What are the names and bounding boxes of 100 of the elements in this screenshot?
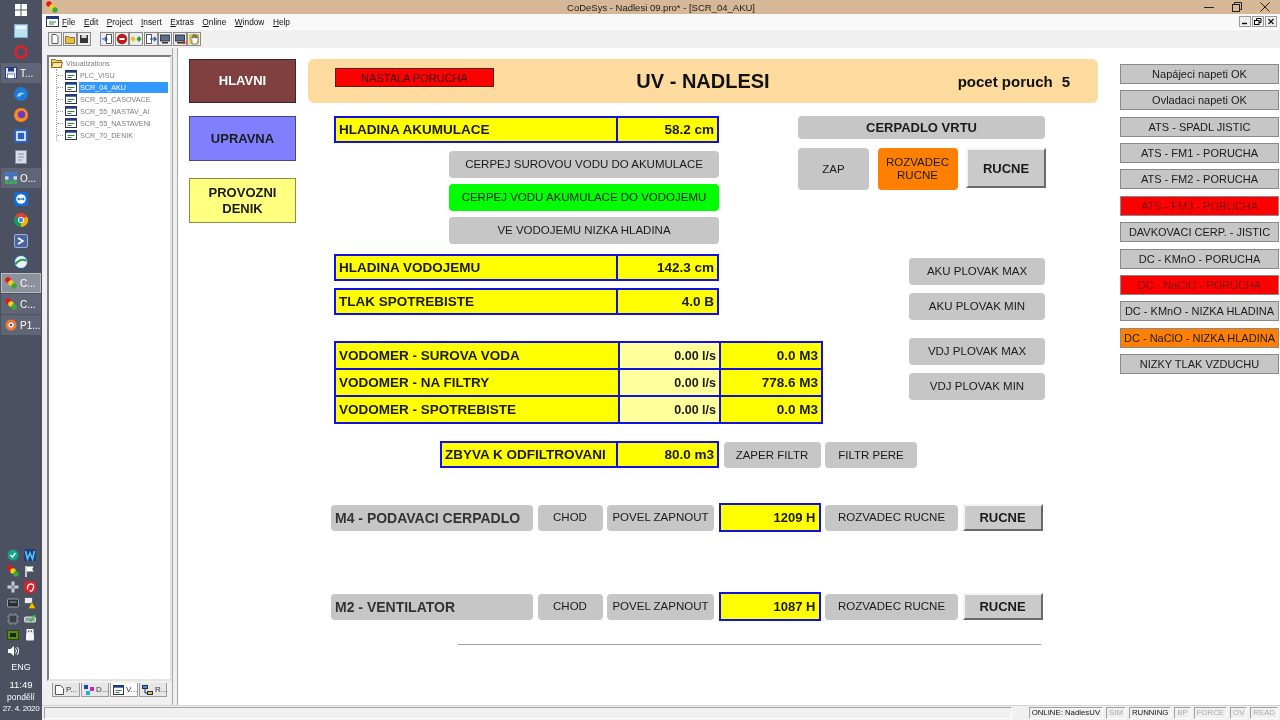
panel-tab[interactable]: P... bbox=[52, 683, 80, 697]
floppy-disk-icon[interactable] bbox=[77, 32, 91, 46]
page-icon[interactable] bbox=[48, 32, 62, 46]
status-indicator: POVEL ZAPNOUT bbox=[607, 593, 714, 620]
minimize-icon[interactable] bbox=[1239, 16, 1251, 27]
flag-icon[interactable] bbox=[23, 565, 36, 577]
alarm-indicator: Ovladaci napeti OK bbox=[1120, 90, 1279, 111]
taskbar-button[interactable]: C... bbox=[1, 294, 41, 314]
check-circle-icon[interactable] bbox=[6, 549, 19, 561]
grid-icon bbox=[5, 172, 17, 184]
swirl-tile-icon[interactable] bbox=[23, 581, 36, 593]
traffic-light-icon[interactable] bbox=[6, 565, 19, 577]
chip-icon[interactable] bbox=[6, 613, 19, 625]
screen-icon bbox=[65, 130, 77, 140]
monitor-icon[interactable] bbox=[158, 32, 172, 46]
segmented-circle-icon[interactable] bbox=[14, 213, 28, 227]
tile-icon[interactable] bbox=[14, 129, 28, 143]
menu-item[interactable]: File bbox=[62, 16, 76, 27]
screen-icon[interactable] bbox=[46, 16, 59, 27]
alarm-indicator: ATS - SPADL JISTIC bbox=[1120, 116, 1279, 137]
clock-time[interactable]: 11:49 bbox=[9, 679, 33, 691]
taskbar-button[interactable]: P1... bbox=[1, 315, 41, 335]
nav-button[interactable]: HLAVNI bbox=[189, 59, 296, 103]
globe-icon[interactable] bbox=[14, 255, 28, 269]
drive-check-icon[interactable] bbox=[23, 613, 36, 625]
push-button[interactable]: RUCNE bbox=[966, 148, 1046, 188]
window-title: CoDeSys - Nadlesi 09.pro* - [SCR_04_AKU] bbox=[567, 1, 755, 13]
panel-tab[interactable]: R... bbox=[139, 683, 167, 697]
screen-icon bbox=[113, 684, 124, 695]
clock-day[interactable]: pondělí bbox=[7, 691, 35, 703]
menu-item[interactable]: Window bbox=[234, 16, 265, 27]
alarm-indicator: DC - KMnO - PORUCHA bbox=[1120, 248, 1279, 269]
alarm-indicator: NIZKY TLAK VZDUCHU bbox=[1120, 353, 1279, 374]
reading-value: 80.0 m3 bbox=[618, 441, 719, 468]
pump-title: CERPADLO VRTU bbox=[798, 116, 1045, 139]
alarm-indicator: DC - NaClO - PORUCHA bbox=[1120, 274, 1279, 295]
status-indicator: CHOD bbox=[537, 593, 603, 620]
zigzag-icon[interactable] bbox=[23, 549, 36, 561]
monitor-icon[interactable] bbox=[172, 32, 187, 46]
screen-icon bbox=[65, 106, 77, 116]
panel-tab[interactable]: V... bbox=[110, 683, 138, 697]
nav-button[interactable]: PROVOZNI DENIK bbox=[189, 178, 296, 223]
screen-icon bbox=[65, 82, 77, 92]
menu-item[interactable]: Help bbox=[272, 16, 290, 27]
disc-icon[interactable] bbox=[14, 108, 28, 122]
menu-item[interactable]: Insert bbox=[141, 16, 162, 27]
table-cell: VODOMER - NA FILTRY bbox=[335, 369, 619, 396]
motor-label: M4 - PODAVACI CERPADLO bbox=[331, 504, 533, 531]
card-icon[interactable] bbox=[6, 597, 19, 609]
clock-date[interactable]: 27. 4. 2020 bbox=[2, 703, 40, 715]
traffic-light-icon bbox=[5, 277, 17, 289]
usb-stick-icon[interactable] bbox=[23, 629, 36, 641]
swirl-icon[interactable] bbox=[14, 87, 28, 101]
status-indicator: ZAP bbox=[798, 148, 869, 190]
alarm-indicator: ATS - FM3 - PORUCHA bbox=[1120, 195, 1279, 216]
push-button[interactable]: RUCNE bbox=[962, 593, 1043, 620]
status-indicator: FILTR PERE bbox=[825, 442, 917, 468]
board-icon[interactable] bbox=[6, 629, 19, 641]
stop-sign-icon[interactable] bbox=[114, 32, 129, 46]
hand-icon[interactable] bbox=[187, 32, 201, 46]
close-icon[interactable] bbox=[1260, 2, 1270, 12]
restore-icon[interactable] bbox=[1232, 2, 1242, 12]
status-indicator: AKU PLOVAK MAX bbox=[909, 258, 1045, 285]
menu-item[interactable]: Project bbox=[106, 16, 133, 27]
reading-value: 58.2 cm bbox=[618, 116, 719, 143]
table-cell: 0.0 M3 bbox=[720, 396, 822, 423]
status-indicator: CERPEJ SUROVOU VODU DO AKUMULACE bbox=[449, 151, 719, 178]
taskbar-button[interactable]: O... bbox=[1, 168, 41, 188]
close-icon[interactable] bbox=[1265, 16, 1277, 27]
target-icon bbox=[5, 319, 17, 331]
hours-display: 1209 H bbox=[718, 503, 821, 532]
cross-icon[interactable] bbox=[6, 581, 19, 593]
panel-tab[interactable]: D... bbox=[81, 683, 109, 697]
status-indicator: AKU PLOVAK MIN bbox=[909, 293, 1045, 320]
traffic-light-icon bbox=[46, 1, 58, 13]
taskbar-button[interactable]: T... bbox=[1, 63, 41, 83]
arrows-circle-icon[interactable] bbox=[14, 192, 28, 206]
alarm-indicator: DAVKOVACI CERP. - JISTIC bbox=[1120, 222, 1279, 243]
open-folder-icon[interactable] bbox=[51, 58, 63, 68]
menu-item[interactable]: Edit bbox=[83, 16, 99, 27]
screen-title: UV - NADLESI bbox=[636, 69, 770, 93]
speaker-icon[interactable] bbox=[7, 645, 19, 657]
reading-value: 142.3 cm bbox=[618, 254, 719, 281]
warning-monitor-icon[interactable] bbox=[23, 597, 36, 609]
alarm-indicator: Napájeci napeti OK bbox=[1120, 64, 1279, 84]
restore-icon[interactable] bbox=[1252, 16, 1264, 27]
chevron-tile-icon[interactable] bbox=[14, 234, 28, 248]
push-button[interactable]: RUCNE bbox=[962, 504, 1043, 531]
menu-item[interactable]: Online bbox=[202, 16, 227, 27]
start-icon[interactable] bbox=[15, 4, 27, 16]
language-indicator[interactable]: ENG bbox=[11, 662, 31, 673]
status-indicator: VE VODOJEMU NIZKA HLADINA bbox=[449, 217, 719, 244]
status-indicator: ROZVADEC RUCNE bbox=[877, 148, 958, 190]
screen-icon bbox=[65, 70, 77, 80]
alarm-indicator: DC - NaClO - NIZKA HLADINA bbox=[1120, 327, 1279, 348]
folder-icon[interactable] bbox=[62, 32, 77, 46]
menu-item[interactable]: Extras bbox=[170, 16, 194, 27]
blocks-icon bbox=[84, 684, 94, 695]
nav-button[interactable]: UPRAVNA bbox=[189, 116, 296, 161]
reading-value: 4.0 B bbox=[618, 288, 719, 315]
